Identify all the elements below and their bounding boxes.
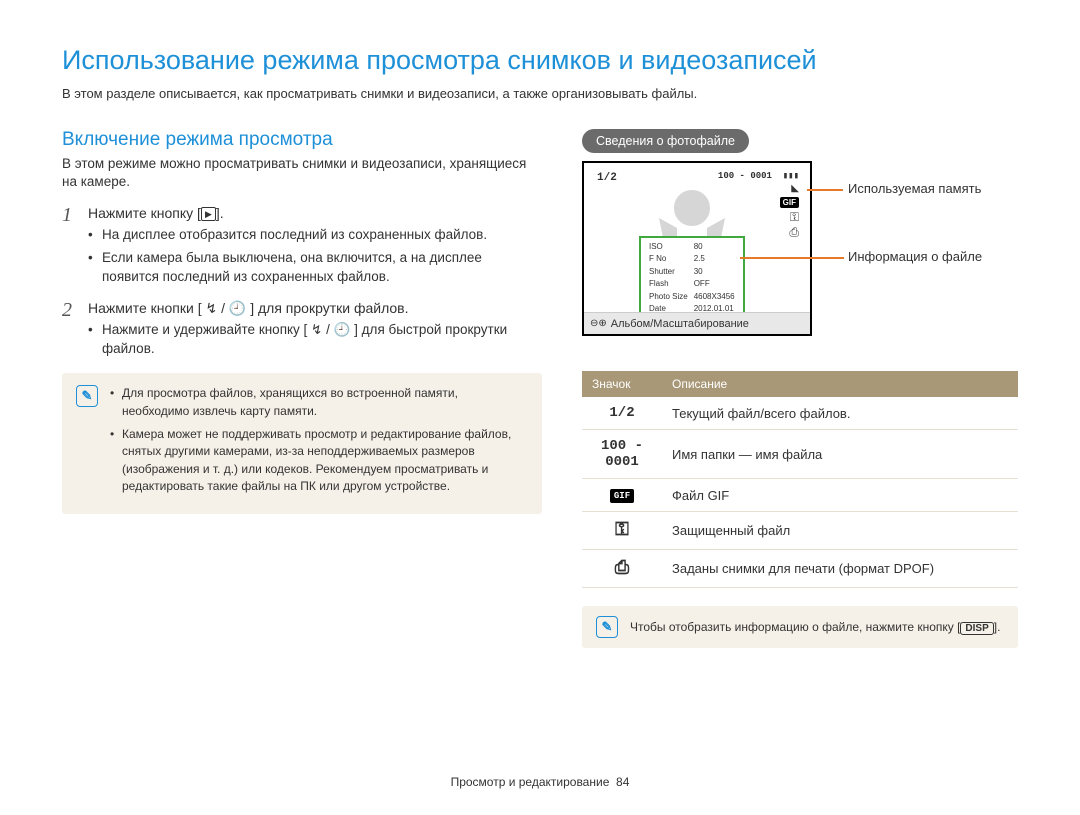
footer-chapter: Просмотр и редактирование — [451, 775, 610, 789]
step-number: 1 — [62, 205, 88, 290]
row-desc: Файл GIF — [662, 479, 1018, 512]
row-desc: Защищенный файл — [662, 512, 1018, 550]
row-icon-printer: ⎙ — [582, 550, 662, 588]
footer-label: Альбом/Масштабирование — [611, 318, 749, 330]
row-icon-gif: GIF — [582, 479, 662, 512]
table-row: 1/2 Текущий файл/всего файлов. — [582, 397, 1018, 430]
file-info-table: ISO80 F No2.5 Shutter30 FlashOFF Photo S… — [645, 240, 739, 316]
bullet: Нажмите и удерживайте кнопку [ ↯ / 🕘 ] д… — [88, 321, 542, 359]
step-body: Нажмите кнопку [▶]. На дисплее отобразит… — [88, 205, 542, 290]
protected-key-icon: ⚿ — [615, 521, 629, 541]
protected-key-icon: ⚿ — [790, 211, 799, 223]
row-desc: Текущий файл/всего файлов. — [662, 397, 1018, 430]
camera-screen: 1/2 100 - 0001 ▮▮▮ ◣ GIF ⚿ ⎙ ISO80 — [582, 161, 812, 336]
intro-text: В этом разделе описывается, как просматр… — [62, 86, 1018, 101]
note-box: ✎ Для просмотра файлов, хранящихся во вс… — [62, 373, 542, 513]
printer-icon: ⎙ — [615, 559, 629, 579]
step-2: 2 Нажмите кнопки [ ↯ / 🕘 ] для прокрутки… — [62, 300, 542, 363]
zoom-icon: ⊖⊕ — [590, 318, 607, 329]
note-icon: ✎ — [76, 385, 98, 407]
table-row: GIF Файл GIF — [582, 479, 1018, 512]
step-2-label: Нажмите кнопки [ ↯ / 🕘 ] для прокрутки ф… — [88, 300, 542, 317]
two-column-layout: Включение режима просмотра В этом режиме… — [62, 129, 1018, 648]
callout-memory: Используемая память — [848, 181, 981, 196]
footer-page-number: 84 — [616, 775, 629, 789]
callout-line — [740, 257, 844, 259]
file-info-panel: ISO80 F No2.5 Shutter30 FlashOFF Photo S… — [639, 236, 745, 320]
bullet: Если камера была выключена, она включитс… — [88, 249, 542, 287]
section-heading: Включение режима просмотра — [62, 129, 542, 151]
camera-screen-footer: ⊖⊕ Альбом/Масштабирование — [584, 312, 810, 334]
th-description: Описание — [662, 371, 1018, 397]
camera-screen-inner: 1/2 100 - 0001 ▮▮▮ ◣ GIF ⚿ ⎙ ISO80 — [589, 168, 805, 329]
icon-description-table: Значок Описание 1/2 Текущий файл/всего ф… — [582, 371, 1018, 588]
note-item: Для просмотра файлов, хранящихся во встр… — [110, 385, 528, 420]
bullet: На дисплее отобразится последний из сохр… — [88, 226, 542, 245]
step-1: 1 Нажмите кнопку [▶]. На дисплее отобраз… — [62, 205, 542, 290]
camera-screen-figure: 1/2 100 - 0001 ▮▮▮ ◣ GIF ⚿ ⎙ ISO80 — [582, 161, 1018, 361]
callout-file-info: Информация о файле — [848, 249, 982, 264]
step1-label-pre: Нажмите кнопку [ — [88, 205, 201, 221]
subsection-pill: Сведения о фотофайле — [582, 129, 749, 153]
row-desc: Заданы снимки для печати (формат DPOF) — [662, 550, 1018, 588]
printer-icon: ⎙ — [789, 226, 799, 238]
table-row: ⚿ Защищенный файл — [582, 512, 1018, 550]
page-title: Использование режима просмотра снимков и… — [62, 45, 1018, 76]
note-box-disp: ✎ Чтобы отобразить информацию о файле, н… — [582, 606, 1018, 648]
top-right-icon-stack: 100 - 0001 ▮▮▮ ◣ GIF ⚿ ⎙ — [718, 171, 799, 238]
note-list: Для просмотра файлов, хранящихся во встр… — [110, 385, 528, 501]
gif-badge-icon: GIF — [610, 489, 634, 503]
folder-file-label: 100 - 0001 ▮▮▮ — [718, 171, 799, 181]
page-footer: Просмотр и редактирование 84 — [0, 775, 1080, 789]
playback-button-icon: ▶ — [201, 207, 216, 221]
file-counter: 1/2 — [597, 172, 617, 184]
gif-badge-icon: GIF — [780, 197, 799, 208]
table-row: ⎙ Заданы снимки для печати (формат DPOF) — [582, 550, 1018, 588]
row-icon-counter: 1/2 — [582, 397, 662, 430]
memory-card-icon: ◣ — [791, 184, 799, 194]
note-icon: ✎ — [596, 616, 618, 638]
step-1-bullets: На дисплее отобразится последний из сохр… — [88, 226, 542, 287]
row-icon-key: ⚿ — [582, 512, 662, 550]
section-paragraph: В этом режиме можно просматривать снимки… — [62, 155, 542, 191]
note-text: Чтобы отобразить информацию о файле, наж… — [630, 620, 1000, 634]
callout-line — [807, 189, 843, 191]
step-2-bullets: Нажмите и удерживайте кнопку [ ↯ / 🕘 ] д… — [88, 321, 542, 359]
right-column: Сведения о фотофайле 1/2 100 - 0001 ▮▮▮ … — [582, 129, 1018, 648]
disp-button-icon: DISP — [960, 622, 993, 635]
note-item: Камера может не поддерживать просмотр и … — [110, 426, 528, 496]
step1-label-post: ]. — [216, 205, 224, 221]
step-number: 2 — [62, 300, 88, 363]
row-icon-folderfile: 100 - 0001 — [582, 430, 662, 479]
table-row: 100 - 0001 Имя папки — имя файла — [582, 430, 1018, 479]
row-desc: Имя папки — имя файла — [662, 430, 1018, 479]
step-1-label: Нажмите кнопку [▶]. — [88, 205, 542, 221]
step-body: Нажмите кнопки [ ↯ / 🕘 ] для прокрутки ф… — [88, 300, 542, 363]
left-column: Включение режима просмотра В этом режиме… — [62, 129, 542, 648]
th-icon: Значок — [582, 371, 662, 397]
